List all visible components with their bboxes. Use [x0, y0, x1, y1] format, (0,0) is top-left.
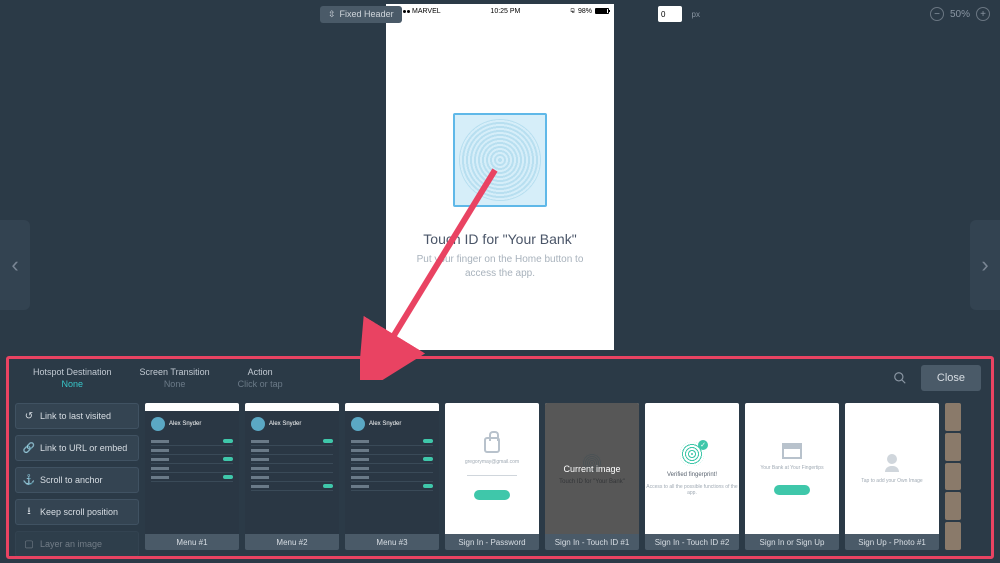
layer-icon: ▢ [24, 539, 34, 549]
thumbnail-list: Alex Snyder Menu #1 Alex Snyder Menu #2 … [145, 403, 985, 550]
search-icon[interactable] [887, 365, 913, 391]
phone-mockup: MARVEL 10:25 PM ⚼ 98% Touch ID for "Your… [386, 4, 614, 350]
thumb-signin-signup[interactable]: Your Bank at Your Fingertips Sign In or … [745, 403, 839, 550]
anchor-icon: ⚓ [24, 475, 34, 485]
fingerprint-icon [459, 119, 541, 201]
thumb-menu-2[interactable]: Alex Snyder Menu #2 [245, 403, 339, 550]
resize-icon: ⇳ [328, 9, 336, 20]
close-button[interactable]: Close [921, 365, 981, 391]
zoom-out-button[interactable]: − [930, 7, 944, 21]
thumb-partial[interactable] [945, 403, 961, 550]
zoom-in-button[interactable]: + [976, 7, 990, 21]
link-icon: 🔗 [24, 443, 34, 453]
touch-id-subtitle: Put your finger on the Home button to ac… [386, 253, 614, 281]
touch-id-screen: Touch ID for "Your Bank" Put your finger… [386, 18, 614, 281]
prev-screen-button[interactable]: ‹ [0, 220, 30, 310]
tab-hotspot-destination[interactable]: Hotspot Destination None [19, 367, 126, 389]
fixed-header-toggle[interactable]: ⇳ Fixed Header [320, 6, 402, 23]
fixed-header-label: Fixed Header [340, 9, 394, 19]
link-options: ↺Link to last visited 🔗Link to URL or em… [15, 403, 139, 550]
thumb-touchid-1[interactable]: Touch ID for "Your Bank"Current image Si… [545, 403, 639, 550]
thumb-menu-1[interactable]: Alex Snyder Menu #1 [145, 403, 239, 550]
thumb-signup-photo-1[interactable]: Tap to add your Own Image Sign Up - Phot… [845, 403, 939, 550]
link-last-visited[interactable]: ↺Link to last visited [15, 403, 139, 429]
history-icon: ↺ [24, 411, 34, 421]
tab-screen-transition[interactable]: Screen Transition None [126, 367, 224, 389]
px-label: px [692, 10, 700, 19]
scroll-icon: ⭳ [24, 507, 34, 517]
zoom-level: 50% [950, 9, 970, 20]
thumb-signin-password[interactable]: gregorymay@gmail.com Sign In - Password [445, 403, 539, 550]
panel-header: Hotspot Destination None Screen Transiti… [9, 359, 991, 397]
offset-input[interactable] [658, 6, 682, 22]
thumb-touchid-2[interactable]: Verified fingerprint!Access to all the p… [645, 403, 739, 550]
tab-action[interactable]: Action Click or tap [224, 367, 297, 389]
touch-id-title: Touch ID for "Your Bank" [386, 231, 614, 247]
fingerprint-hotspot[interactable] [453, 113, 547, 207]
zoom-controls: − 50% + [930, 7, 990, 21]
panel-body: ↺Link to last visited 🔗Link to URL or em… [9, 397, 991, 556]
thumb-menu-3[interactable]: Alex Snyder Menu #3 [345, 403, 439, 550]
keep-scroll-position[interactable]: ⭳Keep scroll position [15, 499, 139, 525]
current-image-overlay: Current image [545, 403, 639, 534]
hotspot-panel: Hotspot Destination None Screen Transiti… [6, 356, 994, 559]
link-url-embed[interactable]: 🔗Link to URL or embed [15, 435, 139, 461]
scroll-to-anchor[interactable]: ⚓Scroll to anchor [15, 467, 139, 493]
top-bar: ⇳ Fixed Header px − 50% + [0, 4, 1000, 24]
layer-an-image: ▢Layer an image [15, 531, 139, 556]
next-screen-button[interactable]: › [970, 220, 1000, 310]
